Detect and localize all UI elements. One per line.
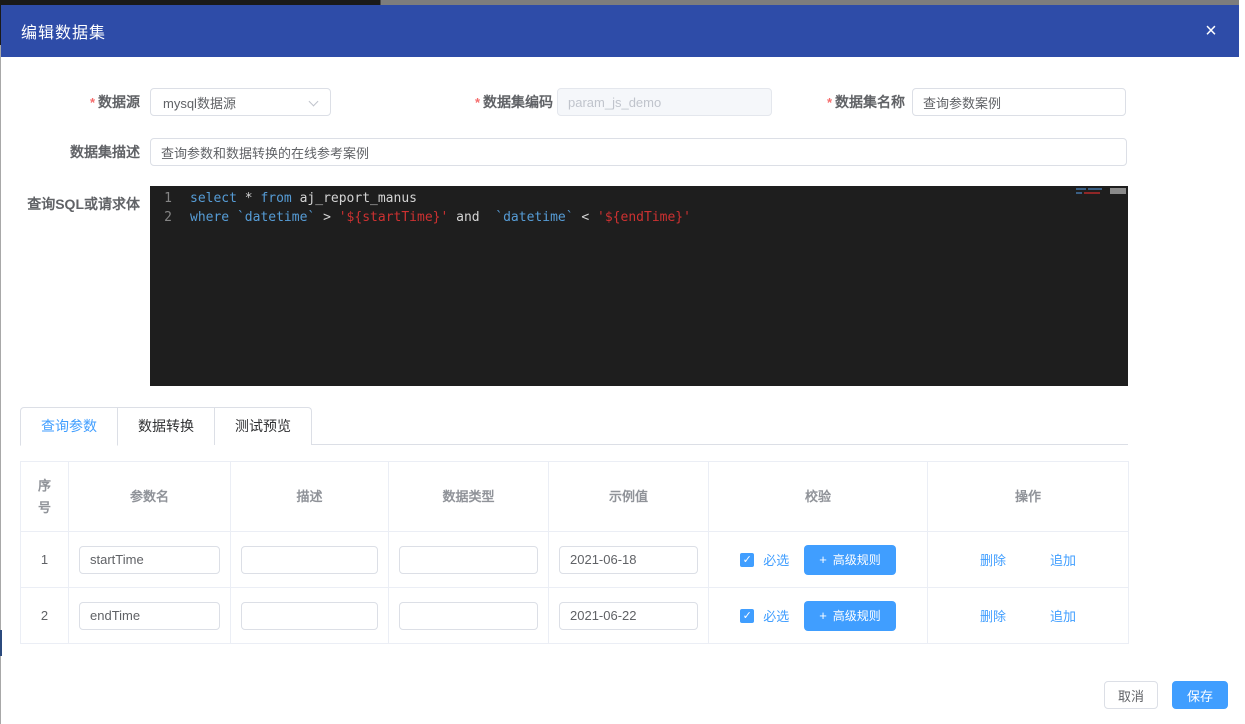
- required-checkbox-label[interactable]: 必选: [763, 606, 789, 625]
- dataset-name-label: *数据集名称: [752, 88, 905, 116]
- edit-dataset-dialog: 编辑数据集 × *数据源 mysql数据源 *数据集编码 *数据集名称 数据集描…: [0, 0, 1245, 724]
- sql-label: 查询SQL或请求体: [0, 190, 140, 218]
- editor-minimap: [1076, 188, 1106, 202]
- param-name-input[interactable]: [79, 546, 220, 574]
- code-token: '${startTime}': [339, 208, 449, 227]
- tab-data-transform[interactable]: 数据转换: [117, 407, 215, 445]
- delete-link[interactable]: 删除: [980, 606, 1006, 625]
- code-token: select: [190, 189, 237, 208]
- tab-test-preview[interactable]: 测试预览: [214, 407, 312, 445]
- code-token: *: [237, 189, 260, 208]
- required-checkbox-label[interactable]: 必选: [763, 550, 789, 569]
- cancel-button[interactable]: 取消: [1104, 681, 1158, 709]
- code-line: 1 select * from aj_report_manus: [150, 189, 1128, 208]
- datasource-select[interactable]: mysql数据源: [150, 88, 331, 116]
- advanced-rule-button[interactable]: +高级规则: [804, 601, 896, 631]
- params-table: 序号 参数名 描述 数据类型 示例值 校验 操作 1 ✓ 必选 +高级规则: [20, 461, 1129, 644]
- col-header-example: 示例值: [549, 462, 709, 532]
- save-button[interactable]: 保存: [1172, 681, 1228, 709]
- plus-icon: +: [819, 552, 827, 567]
- code-token: where: [190, 208, 237, 227]
- code-token: from: [260, 189, 291, 208]
- page-left-edge-navy: [0, 630, 2, 656]
- row-index: 1: [21, 532, 69, 588]
- col-header-validate: 校验: [709, 462, 928, 532]
- code-token: and: [448, 208, 487, 227]
- chevron-down-icon: [310, 98, 318, 106]
- advanced-rule-button[interactable]: +高级规则: [804, 545, 896, 575]
- line-number: 2: [150, 208, 190, 227]
- code-token: aj_report_manus: [292, 189, 417, 208]
- datasource-label: *数据源: [0, 88, 140, 116]
- required-star: *: [475, 95, 480, 110]
- delete-link[interactable]: 删除: [980, 550, 1006, 569]
- plus-icon: +: [819, 608, 827, 623]
- dataset-description-input[interactable]: [150, 138, 1127, 166]
- code-token: <: [574, 208, 597, 227]
- param-example-input[interactable]: [559, 546, 698, 574]
- editor-scrollbar[interactable]: [1110, 188, 1126, 194]
- tab-query-params[interactable]: 查询参数: [20, 407, 118, 446]
- required-checkbox[interactable]: ✓: [740, 553, 754, 567]
- param-example-input[interactable]: [559, 602, 698, 630]
- dataset-code-label: *数据集编码: [400, 88, 553, 116]
- code-line: 2 where `datetime` > '${startTime}' and …: [150, 208, 1128, 227]
- param-desc-input[interactable]: [241, 602, 378, 630]
- close-icon[interactable]: ×: [1199, 19, 1223, 43]
- param-desc-input[interactable]: [241, 546, 378, 574]
- required-star: *: [90, 95, 95, 110]
- row-index: 2: [21, 588, 69, 644]
- append-link[interactable]: 追加: [1050, 606, 1076, 625]
- dataset-name-input[interactable]: [912, 88, 1126, 116]
- table-header-row: 序号 参数名 描述 数据类型 示例值 校验 操作: [21, 462, 1129, 532]
- dialog-header: 编辑数据集 ×: [1, 5, 1239, 57]
- col-header-actions: 操作: [928, 462, 1129, 532]
- param-type-input[interactable]: [399, 546, 538, 574]
- param-name-input[interactable]: [79, 602, 220, 630]
- dataset-description-label: 数据集描述: [0, 138, 140, 166]
- param-type-input[interactable]: [399, 602, 538, 630]
- table-row: 1 ✓ 必选 +高级规则 删除 追加: [21, 532, 1129, 588]
- sql-code-editor[interactable]: 1 select * from aj_report_manus 2 where …: [150, 186, 1128, 386]
- table-row: 2 ✓ 必选 +高级规则 删除 追加: [21, 588, 1129, 644]
- dataset-code-input[interactable]: [557, 88, 772, 116]
- datasource-select-value: mysql数据源: [151, 93, 236, 112]
- code-token: `datetime`: [487, 208, 573, 227]
- code-token: >: [315, 208, 338, 227]
- dialog-title: 编辑数据集: [21, 19, 106, 43]
- append-link[interactable]: 追加: [1050, 550, 1076, 569]
- col-header-desc: 描述: [231, 462, 389, 532]
- col-header-name: 参数名: [69, 462, 231, 532]
- code-token: `datetime`: [237, 208, 315, 227]
- required-checkbox[interactable]: ✓: [740, 609, 754, 623]
- line-number: 1: [150, 189, 190, 208]
- code-token: '${endTime}': [597, 208, 691, 227]
- col-header-index: 序号: [21, 462, 69, 532]
- required-star: *: [827, 95, 832, 110]
- col-header-type: 数据类型: [389, 462, 549, 532]
- param-tabs: 查询参数 数据转换 测试预览: [20, 407, 1128, 445]
